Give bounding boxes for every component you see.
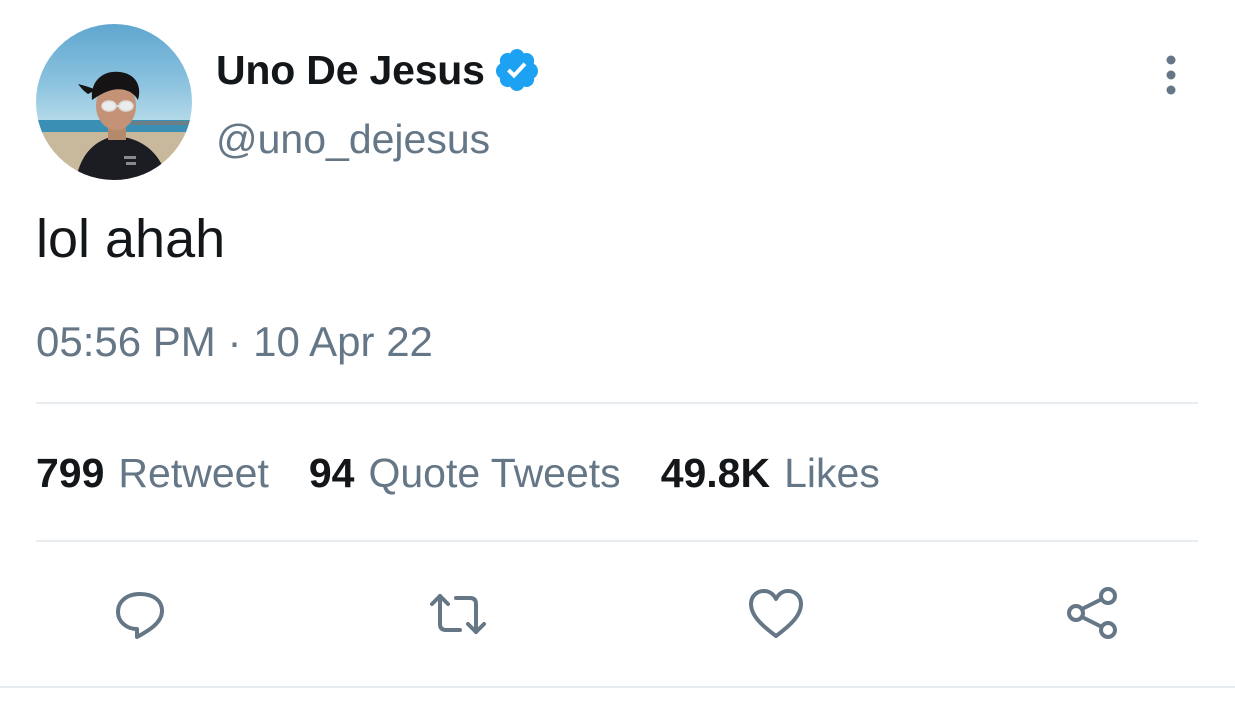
author-name-row: Uno De Jesus (216, 42, 541, 98)
retweet-icon[interactable] (428, 584, 488, 644)
tweet-card: Uno De Jesus @uno_dejesus lol ahah 05:56… (0, 0, 1235, 705)
stat-quote-tweets[interactable]: 94 Quote Tweets (309, 450, 621, 497)
stat-label: Retweet (118, 450, 269, 496)
tweet-timestamp[interactable]: 05:56 PM · 10 Apr 22 (36, 318, 433, 366)
verified-badge-icon (493, 46, 541, 94)
stat-count: 799 (36, 450, 105, 496)
display-name[interactable]: Uno De Jesus (216, 47, 485, 94)
stat-retweets[interactable]: 799 Retweet (36, 450, 269, 497)
user-handle[interactable]: @uno_dejesus (216, 116, 490, 163)
divider-bottom (0, 686, 1235, 688)
reply-icon[interactable] (110, 584, 170, 644)
stat-likes[interactable]: 49.8K Likes (661, 450, 880, 497)
stat-label: Quote Tweets (368, 450, 621, 496)
divider-middle (36, 540, 1198, 542)
divider-top (36, 402, 1198, 404)
share-icon[interactable] (1064, 584, 1124, 644)
like-icon[interactable] (746, 584, 806, 644)
stat-count: 94 (308, 450, 355, 496)
tweet-stats: 799 Retweet 94 Quote Tweets 49.8K Likes (36, 450, 920, 497)
more-options-icon[interactable] (1150, 52, 1192, 98)
stat-label: Likes (784, 450, 880, 496)
stat-count: 49.8K (660, 450, 771, 496)
tweet-text: lol ahah (36, 209, 226, 269)
avatar[interactable] (36, 24, 192, 180)
